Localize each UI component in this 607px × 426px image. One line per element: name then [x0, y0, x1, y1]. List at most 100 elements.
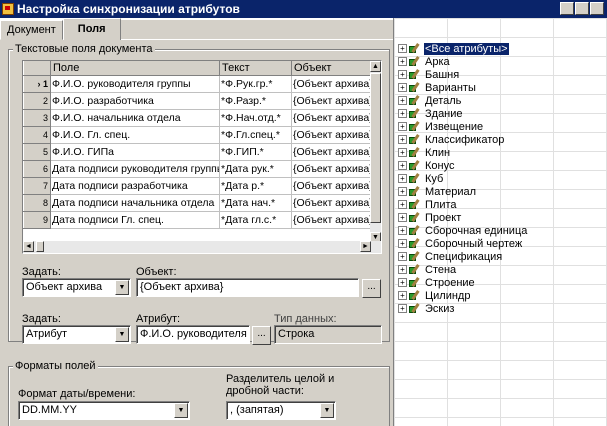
- cell-text[interactable]: *Ф.Разр.*: [219, 92, 292, 110]
- date-format-combo[interactable]: DD.MM.YY ▼: [18, 401, 190, 420]
- expand-icon[interactable]: +: [398, 239, 407, 248]
- expand-icon[interactable]: +: [398, 161, 407, 170]
- close-button[interactable]: [590, 2, 604, 15]
- table-row[interactable]: 7 Дата подписи разработчика *Дата р.* {Объе…: [23, 176, 372, 195]
- cell-object[interactable]: {Объект архива}: [291, 211, 372, 229]
- cell-text[interactable]: *Ф.Гл.спец.*: [219, 126, 292, 144]
- object-browse-button[interactable]: ...: [362, 279, 381, 298]
- expand-icon[interactable]: +: [398, 148, 407, 157]
- cell-text[interactable]: *Дата гл.с.*: [219, 211, 292, 229]
- chevron-down-icon[interactable]: ▼: [115, 280, 129, 295]
- scroll-thumb[interactable]: [370, 73, 381, 223]
- tree-item[interactable]: + Извещение: [398, 120, 528, 133]
- table-row[interactable]: › 1 Ф.И.О. руководителя группы *Ф.Рук.гр.*…: [23, 74, 372, 93]
- tree-item[interactable]: + <Все атрибуты>: [398, 42, 528, 55]
- cell-field[interactable]: Ф.И.О. разработчика: [50, 92, 220, 110]
- cell-field[interactable]: Ф.И.О. начальника отдела: [50, 109, 220, 127]
- tree-item[interactable]: + Эскиз: [398, 302, 528, 315]
- expand-icon[interactable]: +: [398, 174, 407, 183]
- cell-text[interactable]: *Дата нач.*: [219, 194, 292, 212]
- table-row[interactable]: 8 Дата подписи начальника отдела *Дата нач…: [23, 193, 372, 212]
- tree-item[interactable]: + Проект: [398, 211, 528, 224]
- tree-item[interactable]: + Варианты: [398, 81, 528, 94]
- scroll-right-button[interactable]: ►: [360, 241, 371, 252]
- expand-icon[interactable]: +: [398, 226, 407, 235]
- cell-object[interactable]: {Объект архива}: [291, 109, 372, 127]
- expand-icon[interactable]: +: [398, 109, 407, 118]
- column-header-object[interactable]: Объект: [291, 61, 372, 76]
- tree-item[interactable]: + Плита: [398, 198, 528, 211]
- tree-item[interactable]: + Сборочная единица: [398, 224, 528, 237]
- minimize-button[interactable]: [560, 2, 574, 15]
- tab-document[interactable]: Документ: [0, 20, 63, 40]
- expand-icon[interactable]: +: [398, 304, 407, 313]
- cell-text[interactable]: *Дата рук.*: [219, 160, 292, 178]
- cell-field[interactable]: Ф.И.О. Гл. спец.: [50, 126, 220, 144]
- table-row[interactable]: 3 Ф.И.О. начальника отдела *Ф.Нач.отд.* {Об…: [23, 108, 372, 127]
- tree-item[interactable]: + Цилиндр: [398, 289, 528, 302]
- grid-horizontal-scrollbar[interactable]: ◄ ►: [23, 241, 381, 253]
- cell-text[interactable]: *Ф.Нач.отд.*: [219, 109, 292, 127]
- cell-object[interactable]: {Объект архива}: [291, 177, 372, 195]
- tree-item[interactable]: + Стена: [398, 263, 528, 276]
- tree-item[interactable]: + Спецификация: [398, 250, 528, 263]
- cell-field[interactable]: Дата подписи Гл. спец.: [50, 211, 220, 229]
- cell-object[interactable]: {Объект архива}: [291, 92, 372, 110]
- column-header-text[interactable]: Текст: [219, 61, 292, 76]
- cell-text[interactable]: *Ф.ГИП.*: [219, 143, 292, 161]
- expand-icon[interactable]: +: [398, 187, 407, 196]
- expand-icon[interactable]: +: [398, 83, 407, 92]
- tree-item[interactable]: + Конус: [398, 159, 528, 172]
- attributes-tree[interactable]: + <Все атрибуты> + Арка + Башня + Варианты + Дета…: [398, 42, 528, 315]
- chevron-down-icon[interactable]: ▼: [115, 327, 129, 342]
- tree-item[interactable]: + Арка: [398, 55, 528, 68]
- cell-field[interactable]: Дата подписи разработчика: [50, 177, 220, 195]
- expand-icon[interactable]: +: [398, 44, 407, 53]
- scroll-up-button[interactable]: ▲: [370, 61, 381, 72]
- table-row[interactable]: 5 Ф.И.О. ГИПа *Ф.ГИП.* {Объект архива}: [23, 142, 372, 161]
- set-attribute-combo[interactable]: Атрибут ▼: [22, 325, 131, 344]
- attribute-browse-button[interactable]: ...: [252, 326, 271, 345]
- expand-icon[interactable]: +: [398, 213, 407, 222]
- tree-item[interactable]: + Строение: [398, 276, 528, 289]
- cell-object[interactable]: {Объект архива}: [291, 126, 372, 144]
- tree-item[interactable]: + Башня: [398, 68, 528, 81]
- scroll-left-button[interactable]: ◄: [23, 241, 34, 252]
- expand-icon[interactable]: +: [398, 70, 407, 79]
- tree-item[interactable]: + Материал: [398, 185, 528, 198]
- tree-item[interactable]: + Здание: [398, 107, 528, 120]
- attribute-field[interactable]: Ф.И.О. руководителя гру: [136, 325, 250, 344]
- expand-icon[interactable]: +: [398, 278, 407, 287]
- expand-icon[interactable]: +: [398, 135, 407, 144]
- cell-object[interactable]: {Объект архива}: [291, 160, 372, 178]
- cell-object[interactable]: {Объект архива}: [291, 143, 372, 161]
- fields-grid[interactable]: Поле Текст Объект › 1 Ф.И.О. руководителя…: [22, 60, 382, 254]
- expand-icon[interactable]: +: [398, 200, 407, 209]
- grid-vertical-scrollbar[interactable]: ▲ ▼: [370, 61, 381, 243]
- set-source-combo[interactable]: Объект архива ▼: [22, 278, 131, 297]
- expand-icon[interactable]: +: [398, 122, 407, 131]
- table-row[interactable]: 2 Ф.И.О. разработчика *Ф.Разр.* {Объект арх…: [23, 91, 372, 110]
- cell-field[interactable]: Дата подписи начальника отдела: [50, 194, 220, 212]
- maximize-button[interactable]: [575, 2, 589, 15]
- object-field[interactable]: {Объект архива}: [136, 278, 359, 297]
- horizontal-scroll-thumb[interactable]: [36, 241, 44, 252]
- expand-icon[interactable]: +: [398, 291, 407, 300]
- tree-item[interactable]: + Клин: [398, 146, 528, 159]
- table-row[interactable]: 6 Дата подписи руководителя группы *Дата р…: [23, 159, 372, 178]
- separator-combo[interactable]: , (запятая) ▼: [226, 401, 336, 420]
- cell-field[interactable]: Ф.И.О. руководителя группы: [50, 75, 220, 93]
- tree-item[interactable]: + Сборочный чертеж: [398, 237, 528, 250]
- expand-icon[interactable]: +: [398, 57, 407, 66]
- expand-icon[interactable]: +: [398, 265, 407, 274]
- tree-item[interactable]: + Деталь: [398, 94, 528, 107]
- cell-object[interactable]: {Объект архива}: [291, 194, 372, 212]
- expand-icon[interactable]: +: [398, 96, 407, 105]
- tab-fields[interactable]: Поля: [62, 18, 121, 40]
- tree-item[interactable]: + Классификатор: [398, 133, 528, 146]
- chevron-down-icon[interactable]: ▼: [320, 403, 334, 418]
- cell-field[interactable]: Дата подписи руководителя группы: [50, 160, 220, 178]
- table-row[interactable]: 4 Ф.И.О. Гл. спец. *Ф.Гл.спец.* {Объект арх…: [23, 125, 372, 144]
- tree-item[interactable]: + Куб: [398, 172, 528, 185]
- expand-icon[interactable]: +: [398, 252, 407, 261]
